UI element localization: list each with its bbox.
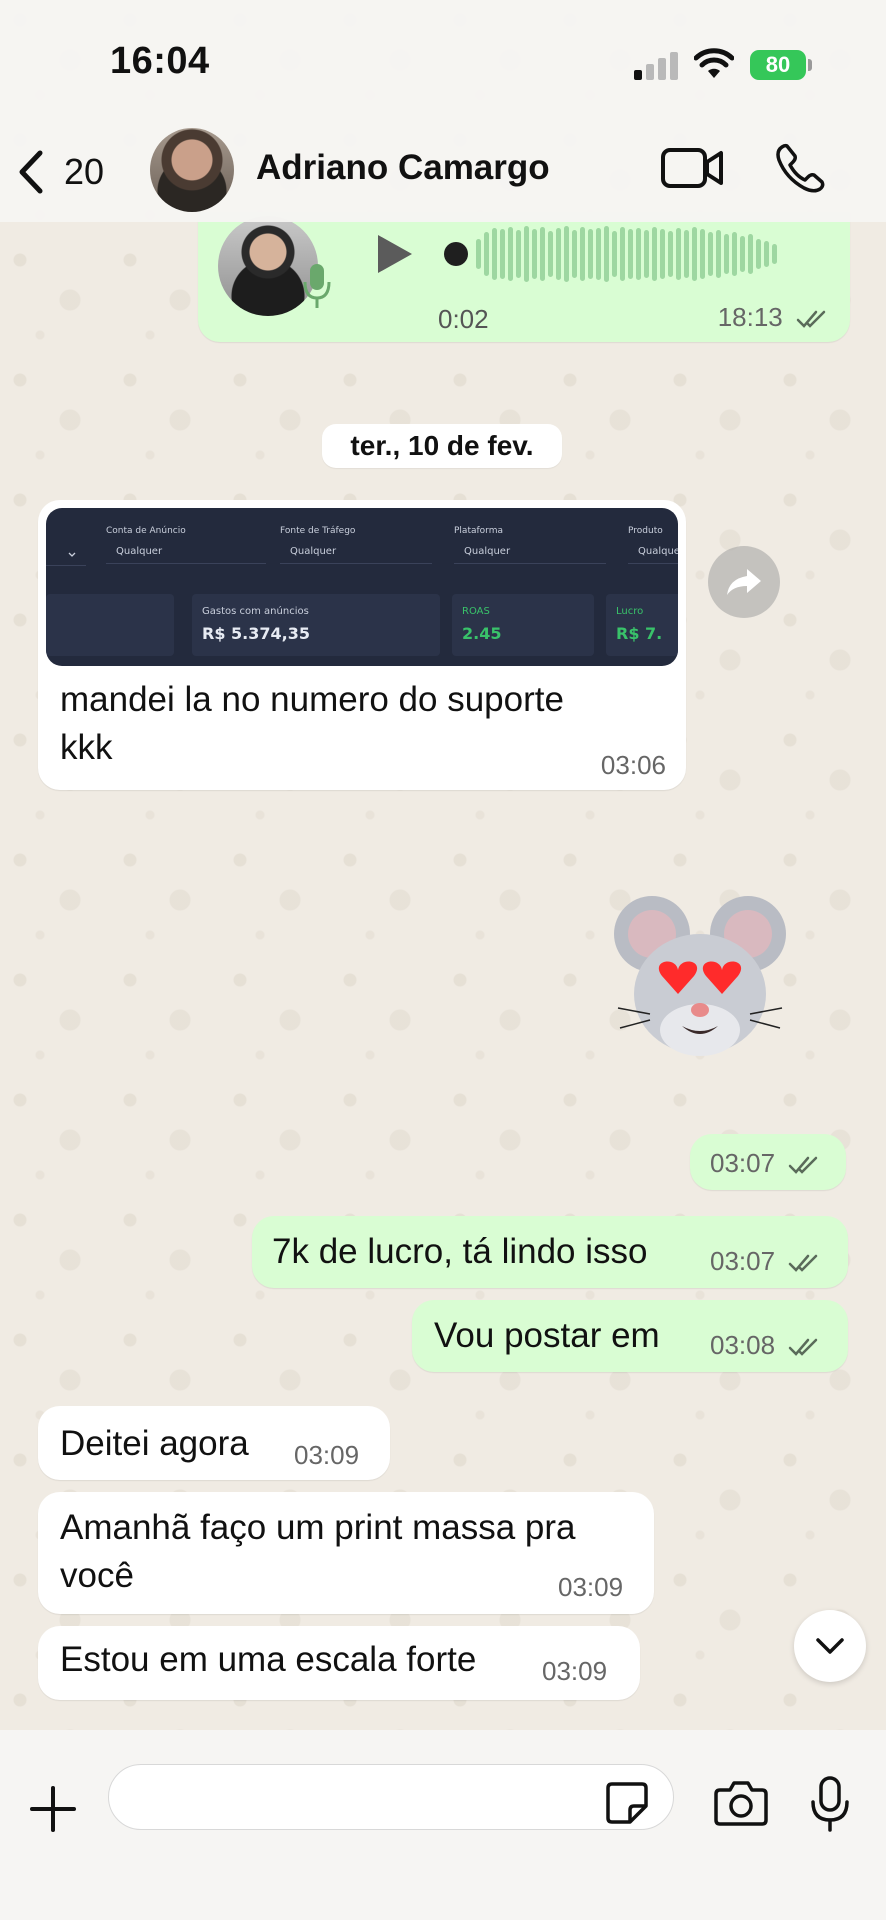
wifi-icon — [694, 48, 734, 78]
filter-value: Qualquer — [638, 546, 678, 557]
dashboard-screenshot[interactable]: Conta de Anúncio Qualquer Fonte de Tráfe… — [46, 508, 678, 666]
message-text: Deitei agora — [60, 1424, 249, 1463]
message-time-text: 03:07 — [710, 1148, 776, 1178]
back-chevron-icon — [19, 150, 43, 194]
incoming-message[interactable]: Deitei agora 03:09 — [38, 1406, 390, 1480]
dashboard-card: Gastos com anúncios R$ 5.374,35 — [192, 594, 440, 656]
filter-select: Qualquer — [454, 542, 606, 564]
filter-select: Qualquer — [280, 542, 432, 564]
filter-value: Qualquer — [116, 546, 163, 557]
message-composer — [0, 1730, 886, 1920]
filter-select: Qualquer — [628, 542, 678, 564]
sticker-icon[interactable] — [606, 1782, 648, 1824]
image-message[interactable]: Conta de Anúncio Qualquer Fonte de Tráfe… — [38, 500, 686, 790]
date-divider: ter., 10 de fev. — [322, 424, 562, 468]
dashboard-card: Lucro R$ 7. — [606, 594, 678, 656]
battery-indicator: 80 — [750, 50, 806, 80]
message-time: 03:07 — [710, 1148, 822, 1179]
filter-label: Produto — [628, 526, 663, 536]
camera-icon[interactable] — [714, 1780, 768, 1826]
dashboard-card: ROAS 2.45 — [452, 594, 594, 656]
double-check-icon — [789, 1338, 818, 1356]
audio-waveform[interactable] — [476, 224, 816, 284]
message-text: Vou postar em — [434, 1316, 660, 1355]
message-time-text: 03:07 — [710, 1246, 776, 1276]
card-title: Lucro — [616, 606, 644, 617]
incoming-message[interactable]: Estou em uma escala forte 03:09 — [38, 1626, 640, 1700]
double-check-icon — [789, 1156, 818, 1174]
play-icon[interactable] — [374, 232, 414, 276]
contact-avatar[interactable] — [150, 128, 234, 212]
message-time: 03:06 — [600, 750, 666, 780]
battery-nub — [808, 59, 812, 71]
card-title: Gastos com anúncios — [202, 606, 309, 617]
contact-name[interactable]: Adriano Camargo — [256, 148, 550, 188]
back-button[interactable]: 20 — [18, 148, 118, 196]
plus-icon[interactable] — [30, 1786, 76, 1832]
scroll-to-bottom-button[interactable] — [794, 1610, 866, 1682]
message-text: Estou em uma escala forte — [60, 1640, 477, 1679]
filter-value: Qualquer — [290, 546, 337, 557]
message-time: 18:13 — [718, 302, 830, 333]
message-time: 03:07 — [710, 1246, 822, 1277]
filter-value: Qualquer — [464, 546, 511, 557]
chevron-down-icon — [816, 1638, 844, 1654]
filter-label: Plataforma — [454, 526, 503, 536]
microphone-icon[interactable] — [810, 1776, 850, 1832]
audio-scrubber-handle[interactable] — [444, 242, 468, 266]
double-check-icon — [796, 310, 826, 328]
message-text: Amanhã faço um print massa pra você — [60, 1508, 576, 1595]
card-value: R$ 5.374,35 — [202, 624, 310, 643]
phone-icon[interactable] — [774, 142, 826, 194]
message-time-text: 18:13 — [717, 302, 783, 332]
forward-button[interactable] — [708, 546, 780, 618]
audio-duration: 0:02 — [438, 304, 489, 334]
card-value: R$ 7. — [616, 624, 663, 643]
message-time: 03:08 — [710, 1330, 822, 1361]
incoming-message[interactable]: Amanhã faço um print massa pra você 03:0… — [38, 1492, 654, 1614]
card-value: 2.45 — [462, 624, 502, 643]
unread-count: 20 — [64, 151, 105, 192]
video-call-icon[interactable] — [660, 146, 724, 190]
filter-select: Qualquer — [106, 542, 266, 564]
double-check-icon — [789, 1254, 818, 1272]
filter-label: Conta de Anúncio — [106, 526, 186, 536]
filter-select — [46, 544, 86, 566]
mouse-sticker[interactable] — [610, 890, 790, 1070]
message-time: 03:09 — [542, 1656, 608, 1686]
outgoing-message[interactable]: Vou postar em 03:08 — [412, 1300, 848, 1372]
status-time: 16:04 — [110, 40, 210, 82]
message-input[interactable] — [108, 1764, 674, 1830]
dashboard-card — [46, 594, 174, 656]
battery-level: 80 — [765, 52, 791, 77]
message-text: 7k de lucro, tá lindo isso — [272, 1232, 648, 1271]
message-text: mandei la no numero do suporte kkk — [60, 680, 564, 767]
message-time: 03:09 — [294, 1440, 360, 1470]
filter-label: Fonte de Tráfego — [280, 526, 356, 536]
sticker-time-bubble: 03:07 — [690, 1134, 846, 1190]
card-title: ROAS — [462, 606, 490, 617]
forward-icon — [727, 569, 761, 595]
outgoing-message[interactable]: 7k de lucro, tá lindo isso 03:07 — [252, 1216, 848, 1288]
microphone-icon — [303, 264, 331, 308]
top-bar: 16:04 80 20 Adriano Camargo — [0, 0, 886, 222]
message-time-text: 03:08 — [710, 1330, 776, 1360]
message-time: 03:09 — [558, 1572, 624, 1602]
audio-message[interactable]: 0:02 18:13 — [198, 212, 850, 342]
cellular-signal-icon — [634, 52, 680, 80]
